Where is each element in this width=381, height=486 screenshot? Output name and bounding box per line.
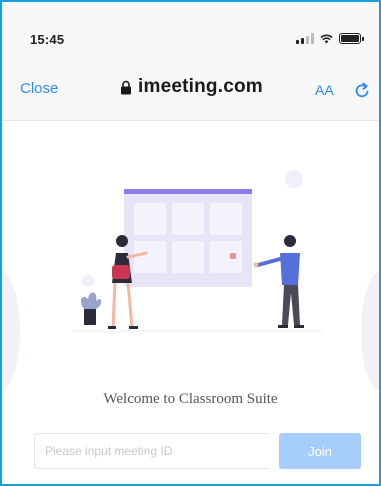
status-icons xyxy=(296,33,364,44)
page-content: Welcome to Classroom Suite Join xyxy=(2,121,379,484)
battery-icon xyxy=(339,33,364,44)
status-bar: 15:45 xyxy=(2,2,379,62)
browser-chrome: 15:45 Close imeeting.com AA xyxy=(2,2,379,121)
decorative-shape xyxy=(2,271,20,391)
reload-icon[interactable] xyxy=(354,82,370,99)
cellular-signal-icon xyxy=(296,33,314,44)
wifi-icon xyxy=(320,34,333,44)
meeting-id-input[interactable] xyxy=(34,433,269,469)
text-size-button[interactable]: AA xyxy=(315,82,334,98)
url-bar: Close imeeting.com AA xyxy=(2,62,379,118)
classroom-illustration xyxy=(72,170,322,332)
lock-icon xyxy=(121,80,131,94)
decorative-shape xyxy=(361,271,379,391)
welcome-text: Welcome to Classroom Suite xyxy=(103,391,278,407)
address-field[interactable]: imeeting.com xyxy=(120,76,263,98)
domain-text: imeeting.com xyxy=(138,76,263,97)
status-time: 15:45 xyxy=(30,32,65,47)
close-button[interactable]: Close xyxy=(20,80,58,97)
join-button[interactable]: Join xyxy=(279,433,361,469)
phone-screen: 15:45 Close imeeting.com AA Welcome to C… xyxy=(0,0,381,486)
join-meeting-form: Join xyxy=(34,431,370,471)
